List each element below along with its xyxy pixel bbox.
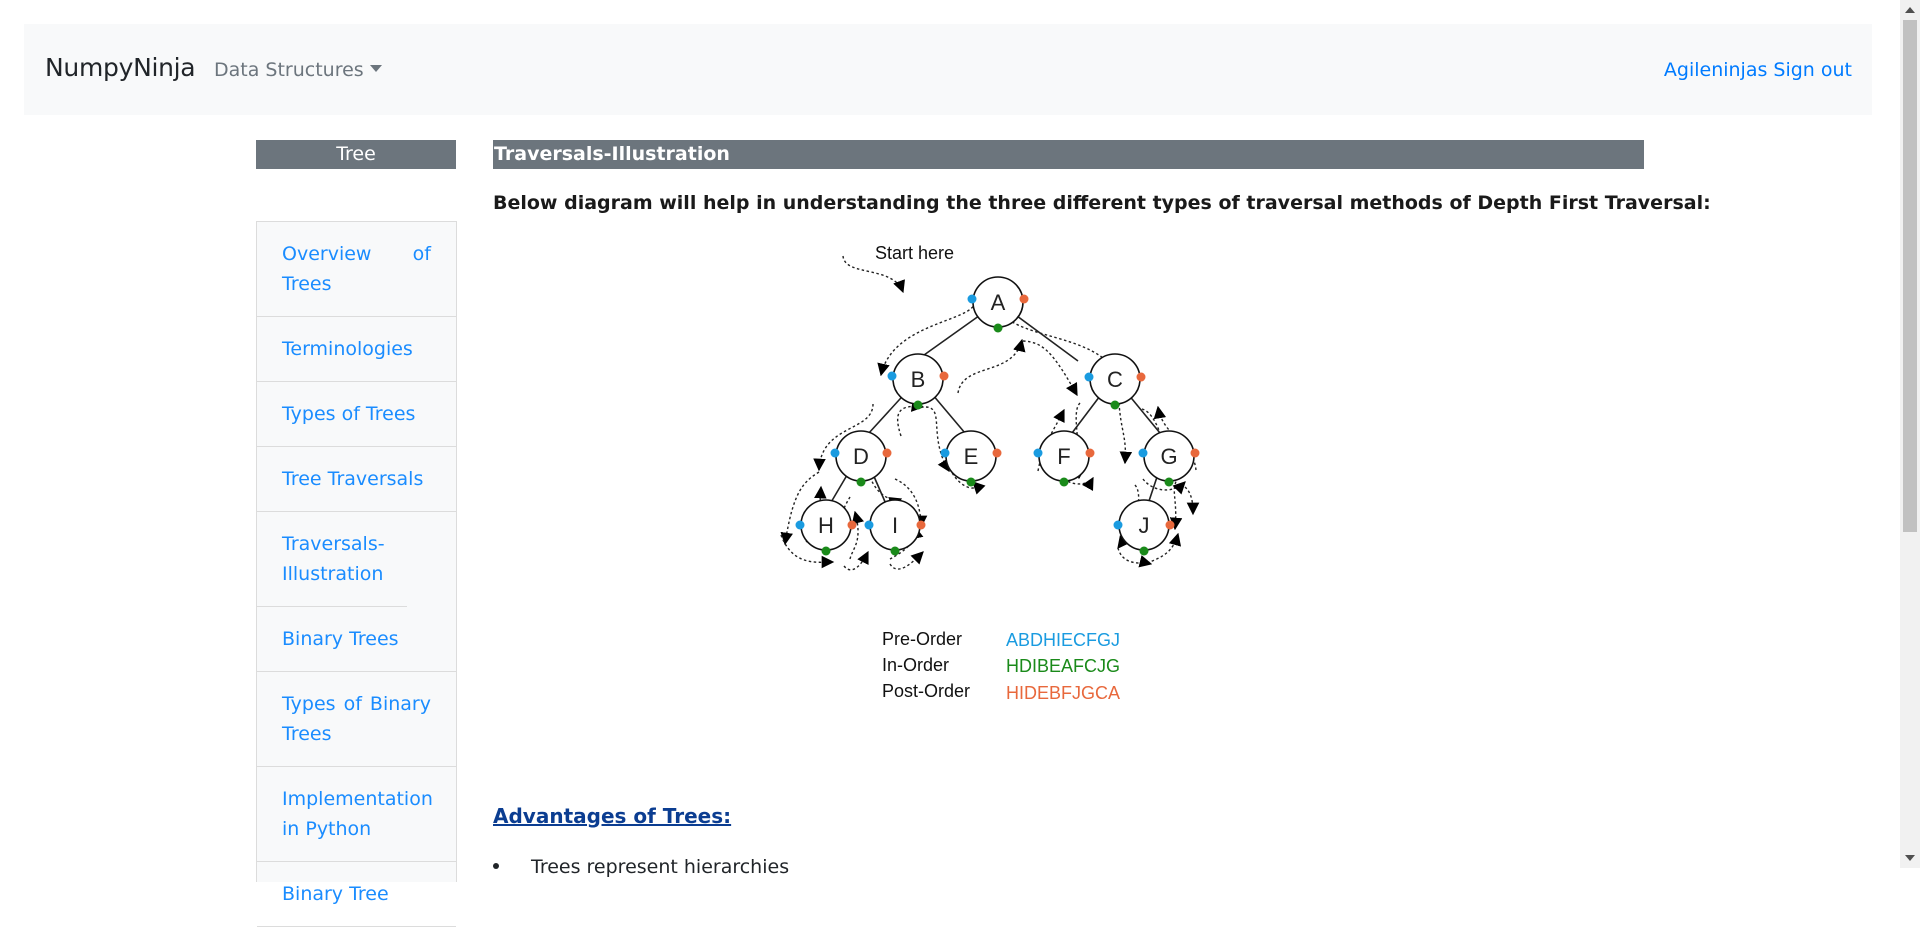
- main-content: Traversals-Illustration Below diagram wi…: [493, 140, 1711, 878]
- scroll-down-arrow-icon[interactable]: [1905, 855, 1915, 861]
- sidebar-item-implementation-in-python[interactable]: Implementation in Python: [257, 767, 456, 862]
- sidebar-item-binary-trees[interactable]: Binary Trees: [257, 607, 456, 672]
- node-label: F: [1057, 444, 1070, 469]
- start-here-label: Start here: [875, 243, 954, 263]
- legend-post-label: Post-Order: [882, 681, 970, 701]
- page-title: Traversals-Illustration: [493, 140, 1644, 169]
- node-label: H: [818, 513, 834, 538]
- user-name-link[interactable]: Agileninjas: [1664, 59, 1768, 81]
- sidebar-item-binary-tree[interactable]: Binary Tree: [257, 862, 456, 927]
- node-label: G: [1160, 444, 1177, 469]
- sign-out-link[interactable]: Sign out: [1773, 59, 1852, 81]
- legend-post-value: HIDEBFJGCA: [1006, 683, 1120, 703]
- list-item: Trees represent hierarchies: [493, 856, 789, 878]
- node-label: A: [991, 290, 1006, 315]
- bullet-text: Trees represent hierarchies: [531, 856, 790, 878]
- dropdown-label: Data Structures: [214, 59, 364, 81]
- node-label: D: [853, 444, 869, 469]
- caret-down-icon: [369, 65, 382, 72]
- node-label: I: [892, 513, 898, 538]
- node-label: J: [1139, 513, 1150, 538]
- sidebar-item-terminologies[interactable]: Terminologies: [257, 317, 456, 382]
- brand-logo[interactable]: NumpyNinja: [45, 53, 196, 82]
- vertical-scrollbar[interactable]: [1900, 0, 1920, 868]
- bullet-icon: [493, 863, 499, 869]
- tree-nodes: [800, 276, 1195, 551]
- sidebar-item-traversals-illustration[interactable]: Traversals-Illustration: [257, 512, 407, 607]
- intro-text: Below diagram will help in understanding…: [493, 192, 1711, 214]
- legend-pre-value: ABDHIECFGJ: [1006, 630, 1120, 650]
- traversal-diagram: A B C D E F G H I J Start here Pre-Order…: [780, 243, 1200, 703]
- sidebar-item-overview-of-trees[interactable]: Overview of Trees: [257, 222, 456, 317]
- legend-in-label: In-Order: [882, 655, 949, 675]
- legend-in-value: HDIBEAFCJG: [1006, 656, 1120, 676]
- tree-edges: [829, 312, 1162, 505]
- scroll-up-arrow-icon[interactable]: [1905, 7, 1915, 13]
- advantages-heading-link[interactable]: Advantages of Trees:: [493, 804, 731, 828]
- sidebar-list: Overview of Trees Terminologies Types of…: [256, 221, 457, 927]
- navbar: NumpyNinja Data Structures Agileninjas Si…: [24, 24, 1872, 115]
- traversal-legend: Pre-Order In-Order Post-Order ABDHIECFGJ…: [882, 629, 1120, 703]
- sidebar-item-tree-traversals[interactable]: Tree Traversals: [257, 447, 456, 512]
- sidebar-item-types-of-binary-trees[interactable]: Types of Binary Trees: [257, 672, 456, 767]
- node-label: B: [911, 367, 926, 392]
- sidebar-header: Tree: [256, 140, 456, 169]
- user-signout: Agileninjas Sign out: [1664, 59, 1852, 81]
- legend-pre-label: Pre-Order: [882, 629, 962, 649]
- scrollbar-thumb[interactable]: [1903, 20, 1917, 532]
- node-label: E: [964, 444, 979, 469]
- node-label: C: [1107, 367, 1123, 392]
- data-structures-dropdown[interactable]: Data Structures: [214, 59, 382, 81]
- sidebar-item-types-of-trees[interactable]: Types of Trees: [257, 382, 456, 447]
